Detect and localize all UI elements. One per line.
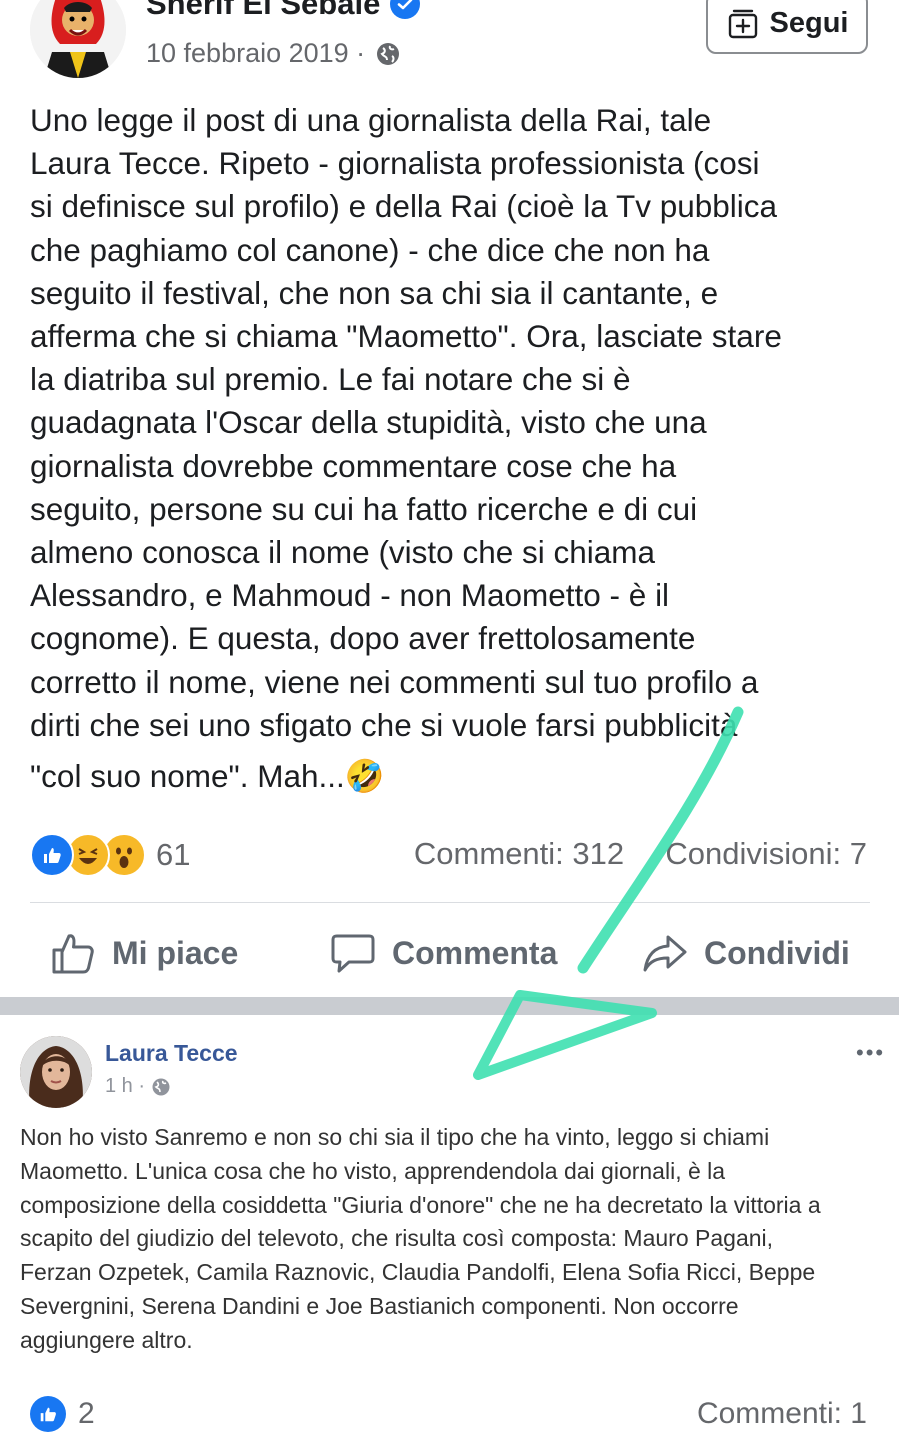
globe-icon bbox=[152, 1078, 170, 1095]
comment-author-name[interactable]: Laura Tecce bbox=[105, 1040, 238, 1067]
share-arrow-icon bbox=[643, 935, 687, 972]
add-page-icon bbox=[728, 9, 757, 39]
post-line: afferma che si chiama "Maometto". Ora, l… bbox=[30, 318, 782, 355]
post-line: la diatriba sul premio. Le fai notare ch… bbox=[30, 361, 631, 398]
globe-icon bbox=[377, 42, 400, 65]
post-line: si definisce sul profilo) e della Rai (c… bbox=[30, 188, 778, 225]
comment-line: Severgnini, Serena Dandini e Joe Bastian… bbox=[20, 1292, 739, 1319]
comment-line: Maometto. L'unica cosa che ho visto, app… bbox=[20, 1157, 726, 1184]
post-line: cognome). E questa, dopo aver frettolosa… bbox=[30, 620, 696, 657]
follow-button[interactable]: Segui bbox=[706, 0, 868, 54]
avatar-illustration bbox=[30, 0, 126, 78]
post-line: dirti che sei uno sfigato che si vuole f… bbox=[30, 706, 738, 743]
comment-comments-count[interactable]: Commenti: 1 bbox=[697, 1397, 867, 1431]
verified-badge-icon bbox=[390, 0, 421, 19]
post-author[interactable]: Sherif El Sebaie bbox=[146, 0, 421, 22]
post-line: almeno conosca il nome (visto che si chi… bbox=[30, 534, 656, 571]
post-line: guadagnata l'Oscar della stupidità, vist… bbox=[30, 404, 707, 441]
share-button[interactable]: Condividi bbox=[642, 925, 850, 981]
post-line: Uno legge il post di una giornalista del… bbox=[30, 102, 712, 138]
post-body: Uno legge il post di una giornalista del… bbox=[30, 99, 880, 798]
rofl-emoji-icon: 🤣 bbox=[344, 758, 385, 795]
post-line: Alessandro, e Mahmoud - non Maometto - è… bbox=[30, 577, 670, 614]
comment-time-text[interactable]: 1 h · bbox=[105, 1075, 145, 1098]
post-date: 10 febbraio 2019 · bbox=[146, 38, 401, 69]
comments-count[interactable]: Commenti: 312 bbox=[414, 836, 624, 871]
like-reaction-icon bbox=[30, 833, 74, 877]
post-line: "col suo nome". Mah... bbox=[30, 758, 345, 795]
profile-photo bbox=[20, 1036, 92, 1108]
post-stats: Commenti: 312 Condivisioni: 7 bbox=[414, 836, 867, 872]
comment-line: Ferzan Ozpetek, Camila Raznovic, Claudia… bbox=[20, 1259, 816, 1286]
post-author-name[interactable]: Sherif El Sebaie bbox=[146, 0, 380, 22]
post-line: Laura Tecce. Ripeto - giornalista profes… bbox=[30, 145, 760, 182]
comment-line: scapito del giudizio del televoto, che r… bbox=[20, 1225, 774, 1252]
comment-bubble-icon bbox=[331, 934, 375, 973]
comment-body: Non ho visto Sanremo e non so chi sia il… bbox=[20, 1121, 890, 1358]
post-line: corretto il nome, viene nei commenti sul… bbox=[30, 663, 759, 700]
comment-label: Commenta bbox=[392, 934, 558, 971]
divider bbox=[30, 902, 870, 903]
comment-time: 1 h · bbox=[105, 1075, 171, 1098]
reaction-count: 61 bbox=[156, 837, 191, 872]
post-date-text[interactable]: 10 febbraio 2019 · bbox=[146, 38, 365, 69]
reactions-summary[interactable]: 61 bbox=[30, 832, 190, 878]
like-reaction-icon[interactable] bbox=[30, 1396, 66, 1432]
post-line-last: "col suo nome". Mah...🤣 bbox=[30, 755, 880, 798]
shares-count[interactable]: Condivisioni: 7 bbox=[665, 836, 867, 871]
follow-label: Segui bbox=[769, 6, 849, 39]
post-line: che paghiamo col canone) - che dice che … bbox=[30, 231, 710, 268]
comment-button[interactable]: Commenta bbox=[330, 925, 557, 981]
comment-line: aggiungere altro. bbox=[20, 1326, 193, 1353]
author-avatar[interactable] bbox=[30, 0, 126, 78]
comment-line: composizione della cosiddetta "Giuria d'… bbox=[20, 1191, 821, 1218]
section-separator bbox=[0, 997, 899, 1015]
comment-like-count: 2 bbox=[78, 1397, 95, 1430]
post-line: seguito il festival, che non sa chi sia … bbox=[30, 274, 719, 311]
more-options-icon[interactable]: ••• bbox=[856, 1040, 885, 1066]
post-line: giornalista dovrebbe commentare cose che… bbox=[30, 447, 677, 484]
comment-line: Non ho visto Sanremo e non so chi sia il… bbox=[20, 1124, 770, 1150]
like-button[interactable]: Mi piace bbox=[50, 925, 238, 981]
share-label: Condividi bbox=[704, 934, 850, 971]
thumbs-up-icon bbox=[52, 934, 94, 974]
like-label: Mi piace bbox=[112, 934, 239, 971]
post-line: seguito, persone su cui ha fatto ricerch… bbox=[30, 490, 698, 527]
comment-author-avatar[interactable] bbox=[20, 1036, 92, 1108]
